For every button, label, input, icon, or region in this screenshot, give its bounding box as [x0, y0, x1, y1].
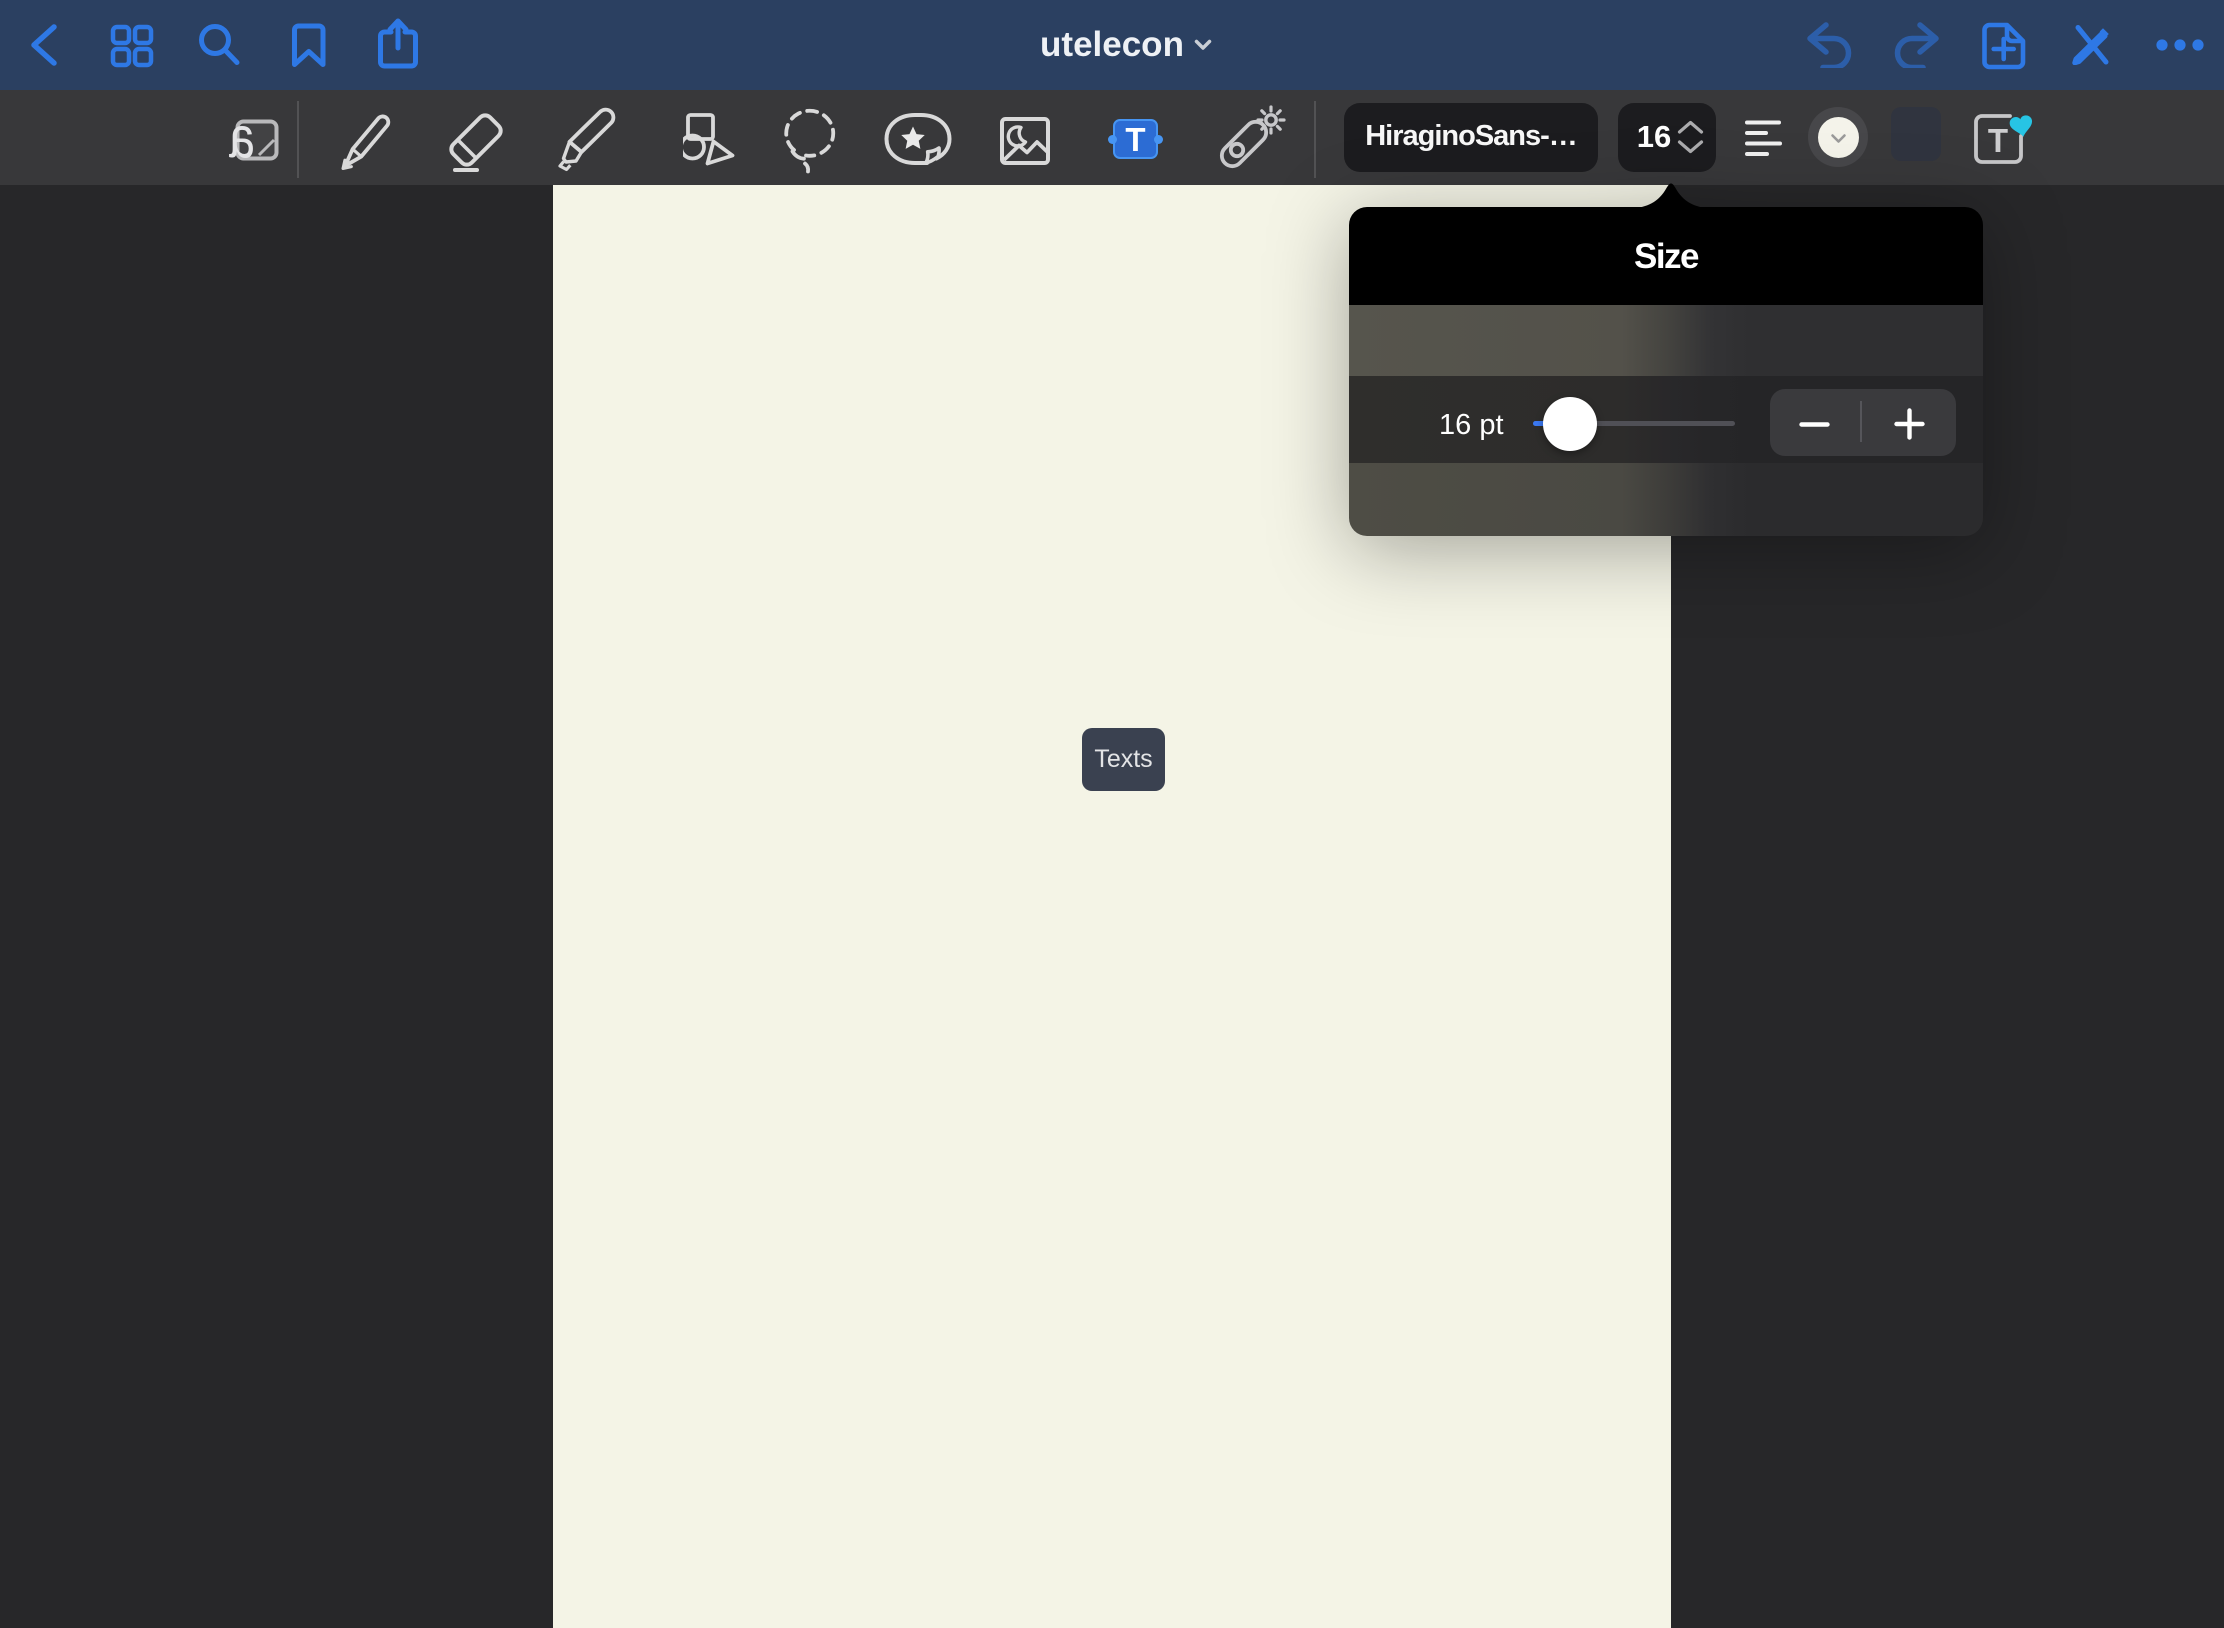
svg-text:a: a [228, 110, 255, 168]
svg-text:T: T [1988, 122, 2008, 159]
